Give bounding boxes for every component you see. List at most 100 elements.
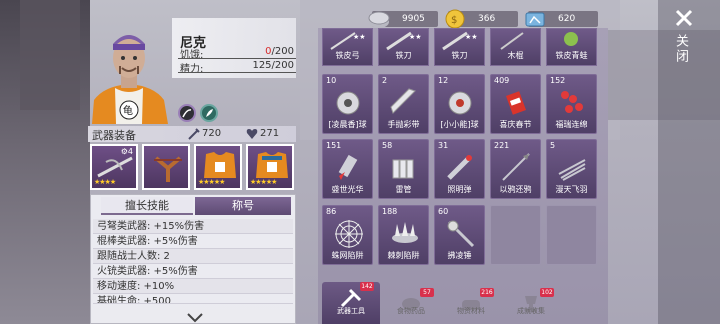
inventory-slot[interactable]: 409 喜庆春节 <box>490 74 541 134</box>
inventory-slot[interactable]: 10 [凌晨香]球 <box>322 74 373 134</box>
inventory-slot[interactable]: 5 漫天飞羽 <box>546 139 597 199</box>
item-count: 60 <box>438 207 449 216</box>
equipment-header: 武器装备 720 271 <box>88 126 296 142</box>
inventory-slot[interactable]: 151 盛世光华 <box>322 139 373 199</box>
item-count: 12 <box>438 76 449 85</box>
tab-titles[interactable]: 称号 <box>195 197 291 215</box>
skill-item: 移动速度: +10% <box>93 279 293 294</box>
stat-divider <box>178 72 296 73</box>
flare-icon <box>447 155 472 180</box>
item-count: 86 <box>326 207 337 216</box>
item-name: 铁皮弓 <box>335 51 360 60</box>
hunger-value: 0/200 <box>265 46 294 57</box>
inventory-slot[interactable]: 60 拂凌锤 <box>434 205 485 265</box>
equipment-slot-armor[interactable]: ★★★★★ <box>194 144 242 190</box>
ticket-value: 620 <box>558 14 576 24</box>
drill-icon <box>390 88 416 114</box>
item-name: [凌晨香]球 <box>328 120 367 129</box>
hunger-max: /200 <box>271 46 294 57</box>
tools-icon <box>340 288 362 308</box>
item-count: 5 <box>550 141 556 150</box>
badge-count: 216 <box>480 288 494 297</box>
item-name: 棘刺陷阱 <box>387 251 420 260</box>
chevron-down-icon[interactable] <box>187 313 203 323</box>
skill-item: 基础生命: +500 <box>93 294 293 304</box>
gold-value: 366 <box>478 14 496 24</box>
tab-skills[interactable]: 擅长技能 <box>101 197 193 215</box>
tab-food-medicine[interactable]: 57 食物药品 <box>382 288 440 324</box>
character-portrait: 龟 <box>92 35 168 124</box>
tab-weapons-tools[interactable]: 142 武器工具 <box>322 282 380 324</box>
inventory-slot[interactable]: 188 棘刺陷阱 <box>378 205 429 265</box>
equipment-slot-accessory[interactable]: ★★★★★ <box>246 144 294 190</box>
item-name: 铁刀 <box>395 51 412 60</box>
inventory-slot[interactable]: 221 以鸦还鸦 <box>490 139 541 199</box>
sword-icon <box>188 128 200 140</box>
inventory-slot[interactable]: 2 手抛彩带 <box>378 74 429 134</box>
bomb-icon <box>448 91 472 115</box>
heart-icon <box>246 129 258 139</box>
svg-text:龟: 龟 <box>123 105 133 117</box>
equipment-slot-weapon[interactable]: ⚙4 ★★★★ <box>90 144 138 190</box>
firecracker-icon <box>506 91 526 115</box>
stat-divider <box>178 58 296 59</box>
svg-text:$: $ <box>451 15 457 26</box>
tab-label: 成就收集 <box>517 307 545 315</box>
inventory-slot[interactable]: 86 蛛网陷阱 <box>322 205 373 265</box>
web-trap-icon <box>335 220 363 248</box>
slash-icon <box>182 109 192 118</box>
feather-icon <box>206 109 213 117</box>
item-count: 409 <box>494 76 510 85</box>
item-count: 151 <box>326 141 342 150</box>
item-name: 蛛网陷阱 <box>331 251 364 260</box>
equipment-stars: ★★★★★ <box>198 178 225 186</box>
tab-materials[interactable]: 216 物资材料 <box>442 288 500 324</box>
character-panel: 龟 尼克 饥饿: 0/200 精力: 125/200 武器装备 720 271 … <box>82 8 304 324</box>
item-count: 31 <box>438 141 449 150</box>
item-count: 10 <box>326 76 337 85</box>
close-button[interactable]: 关闭 <box>658 0 720 324</box>
skill-tabs: 擅长技能 称号 <box>91 197 297 215</box>
inventory-slot[interactable]: ★★ 铁刀 <box>378 28 429 66</box>
inventory-slot[interactable]: 木棍 <box>490 28 541 66</box>
tab-label: 武器工具 <box>337 307 365 315</box>
silver-value: 9905 <box>402 14 425 24</box>
skill-badge-slash[interactable] <box>178 104 196 122</box>
inventory-slot-empty[interactable] <box>490 205 541 265</box>
close-label: 关闭 <box>673 34 688 64</box>
ticket-currency: 620 <box>525 11 598 27</box>
skill-badge-feather[interactable] <box>200 104 218 122</box>
badge-count: 102 <box>540 288 554 297</box>
item-stars: ★★ <box>409 33 422 41</box>
item-name: 雷管 <box>395 185 412 194</box>
item-name: 拂凌锤 <box>447 251 472 260</box>
stick-icon <box>500 32 524 50</box>
hammer-icon <box>447 220 475 248</box>
firecracker-string-icon <box>561 91 583 113</box>
inventory-slot[interactable]: 152 福瑞连绵 <box>546 74 597 134</box>
inventory-slot[interactable]: 12 [小小能]球 <box>434 74 485 134</box>
inventory-slot[interactable]: 31 照明弹 <box>434 139 485 199</box>
skill-item: 弓弩类武器: +15%伤害 <box>93 219 293 234</box>
rocket-icon <box>338 154 358 180</box>
inventory-slot[interactable]: ★★ 铁刀 <box>434 28 485 66</box>
item-stars: ★★ <box>465 33 478 41</box>
inventory-slot-empty[interactable] <box>546 205 597 265</box>
badge-count: 142 <box>360 282 374 291</box>
inventory-slot[interactable]: ★★ 铁皮弓 <box>322 28 373 66</box>
inventory-slot[interactable]: 58 雷管 <box>378 139 429 199</box>
item-name: 以鸦还鸦 <box>499 185 532 194</box>
item-name: [小小能]球 <box>440 120 479 129</box>
inventory-slot[interactable]: 铁皮青蛙 <box>546 28 597 66</box>
tab-label: 物资材料 <box>457 307 485 315</box>
silver-coins-icon <box>368 11 390 28</box>
dynamite-icon <box>392 159 414 179</box>
skill-list[interactable]: 弓弩类武器: +15%伤害 棍棒类武器: +5%伤害 跟随战士人数: 2 火铳类… <box>93 219 293 304</box>
equipment-stars: ★★★★★ <box>250 178 277 186</box>
tab-achievements[interactable]: 102 成就收集 <box>502 288 560 324</box>
category-tabs: 142 武器工具 57 食物药品 216 物资材料 102 成就收集 <box>322 282 600 324</box>
dart-icon <box>502 153 530 181</box>
item-count: 58 <box>382 141 393 150</box>
skill-item: 火铳类武器: +5%伤害 <box>93 264 293 279</box>
equipment-slot-secondary[interactable] <box>142 144 190 190</box>
